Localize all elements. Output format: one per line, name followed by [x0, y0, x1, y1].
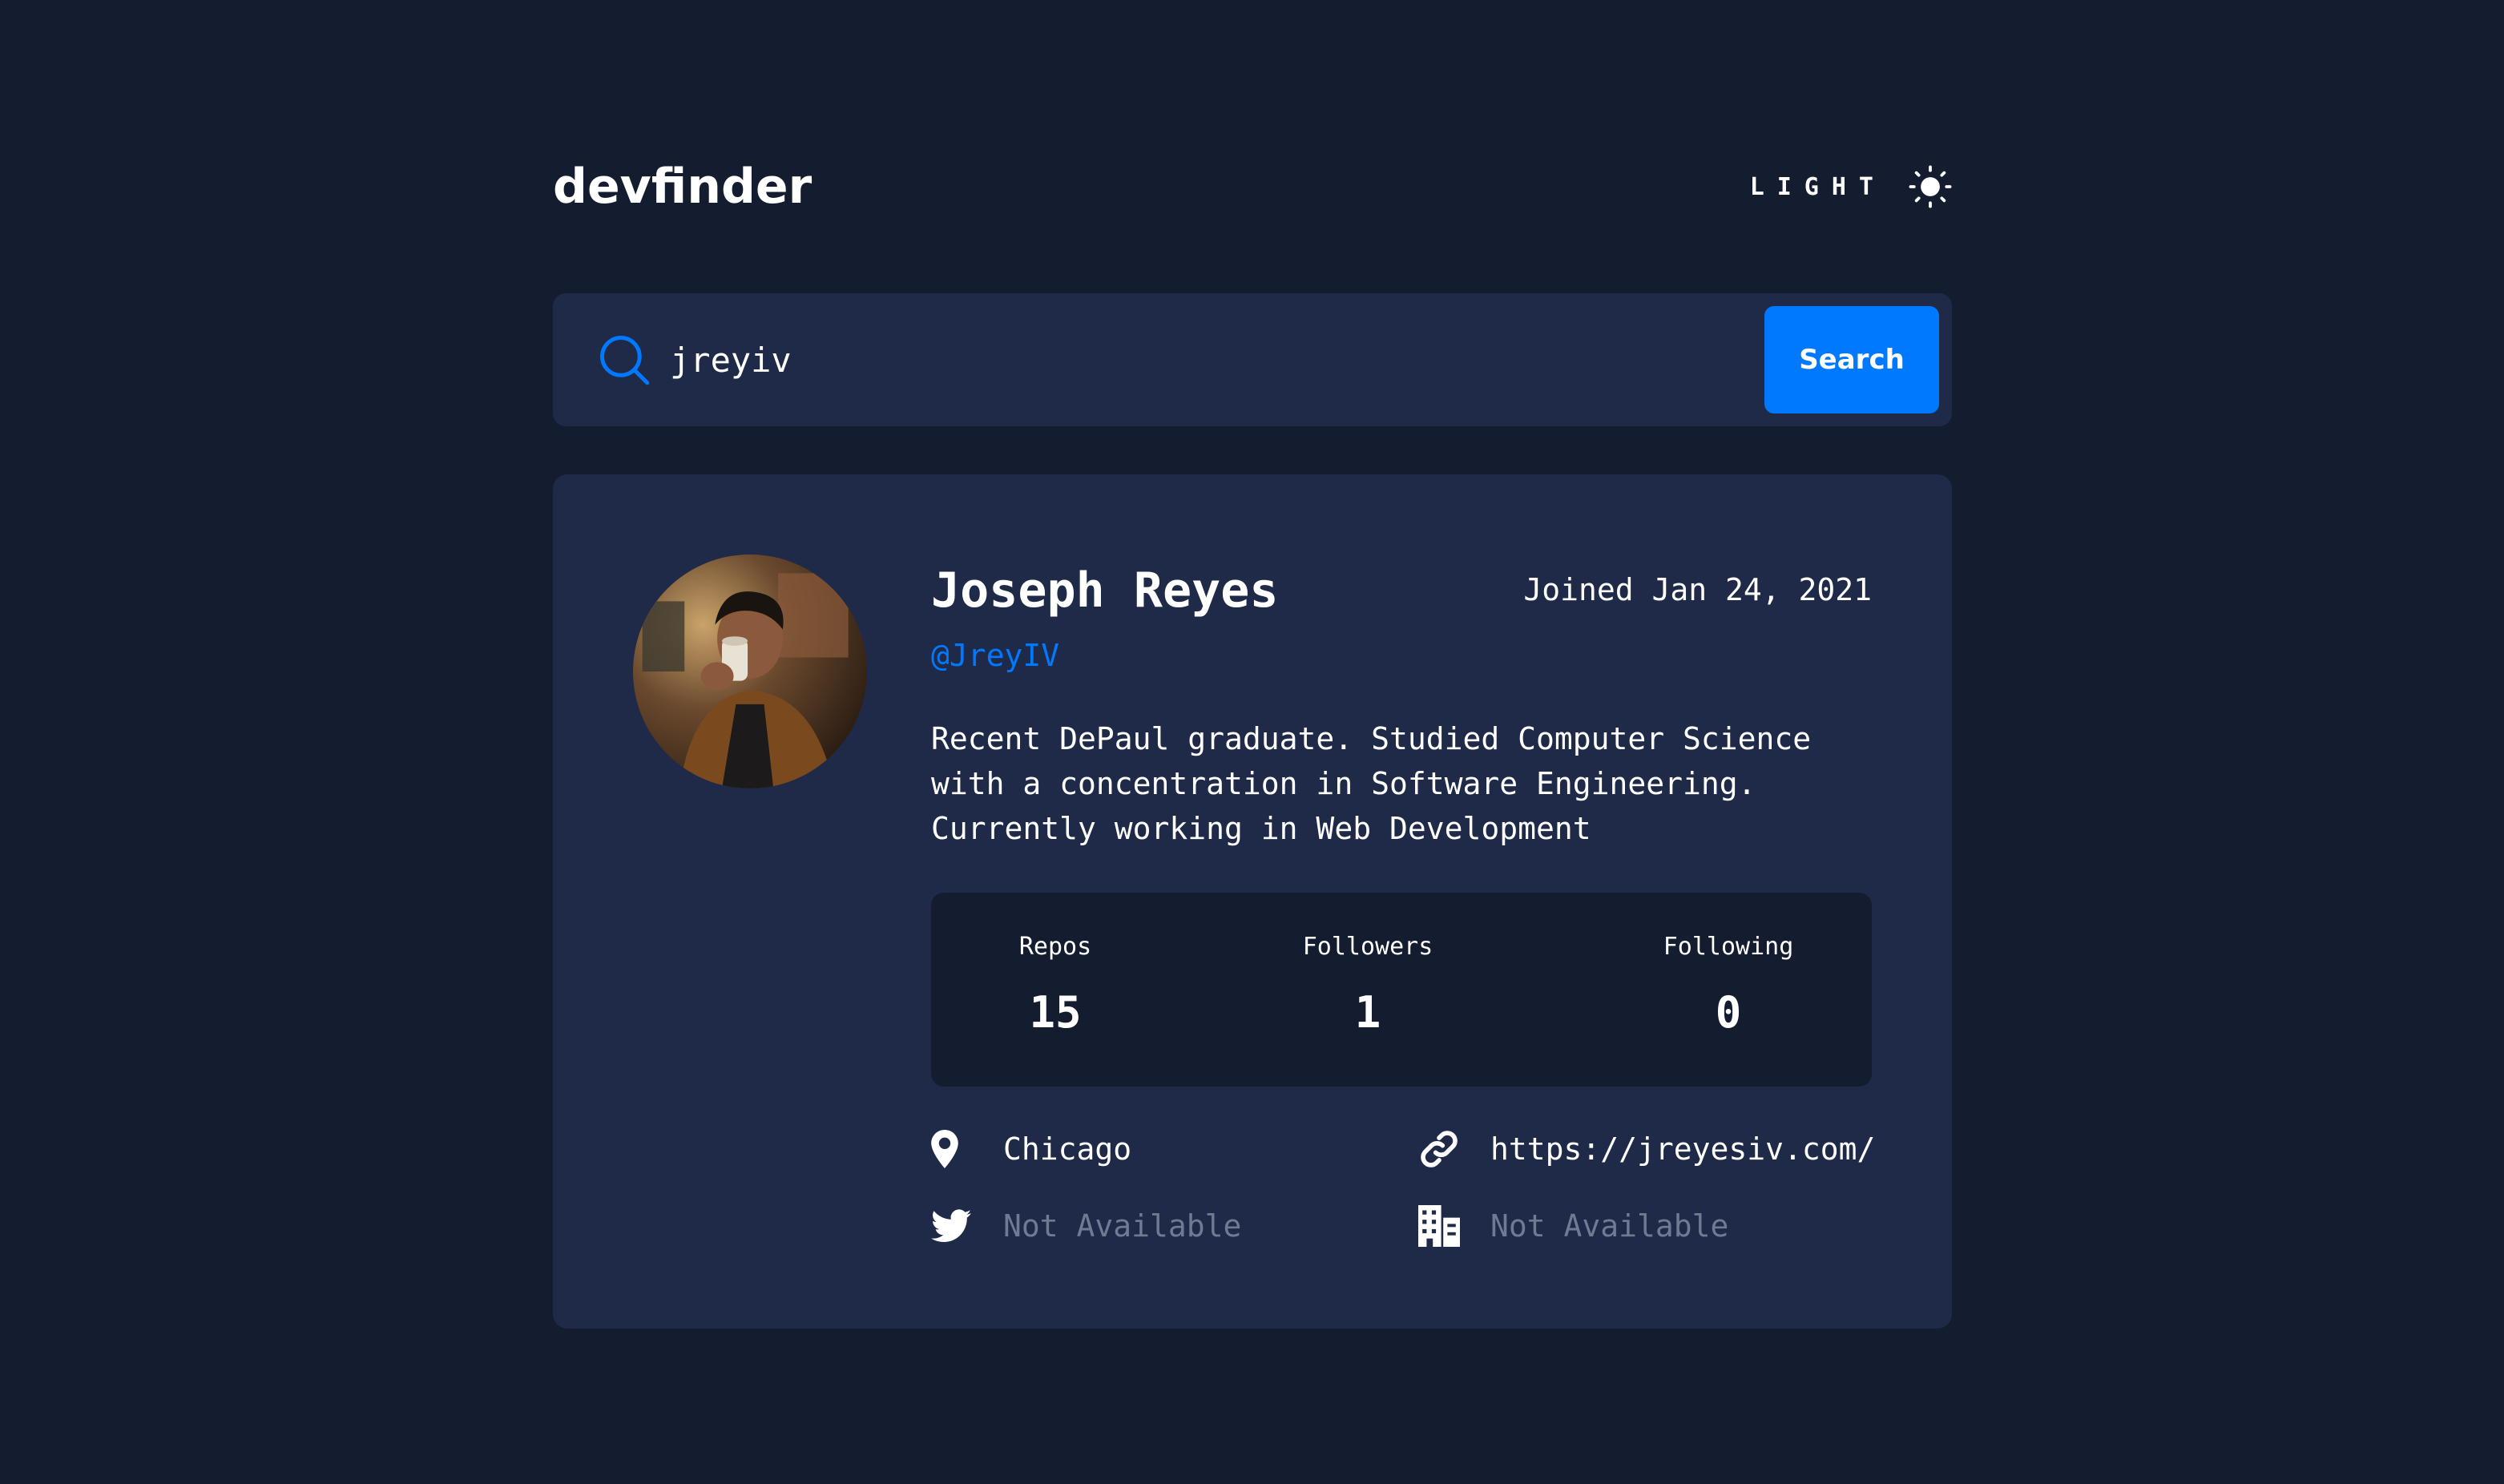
stat-label: Repos	[1018, 933, 1092, 961]
stat-label: Followers	[1302, 933, 1433, 961]
avatar	[633, 554, 867, 788]
theme-toggle-button[interactable]: LIGHT	[1750, 165, 1952, 208]
location-item: Chicago	[931, 1125, 1131, 1173]
joined-date: Joined Jan 24, 2021	[1523, 572, 1872, 607]
profile-login-link[interactable]: @JreyIV	[931, 638, 1059, 673]
twitter-icon	[931, 1204, 976, 1248]
stat-following: Following 0	[1620, 893, 1837, 1087]
twitter-text: Not Available	[1003, 1208, 1242, 1244]
building-icon	[1418, 1204, 1463, 1248]
stats-panel: Repos 15 Followers 1 Following 0	[931, 893, 1872, 1087]
devfinder-app: devfinder LIGHT jreyiv Search Joseph Rey…	[553, 136, 1952, 1329]
search-bar: Search	[553, 293, 1952, 426]
avatar-photo	[633, 554, 867, 788]
stat-repos: Repos 15	[963, 893, 1147, 1087]
stat-label: Following	[1663, 933, 1794, 961]
twitter-item: Not Available	[931, 1202, 1241, 1250]
stat-value: 15	[1029, 987, 1082, 1038]
stat-value: 1	[1354, 987, 1381, 1038]
stat-followers: Followers 1	[1268, 893, 1468, 1087]
location-pin-icon	[931, 1127, 976, 1171]
search-button[interactable]: Search	[1764, 306, 1939, 413]
company-item: Not Available	[1418, 1202, 1728, 1250]
header: devfinder LIGHT	[553, 136, 1952, 248]
search-input[interactable]	[670, 325, 1359, 394]
link-icon	[1418, 1127, 1463, 1171]
profile-name: Joseph Reyes	[931, 563, 1279, 619]
profile-bio: Recent DePaul graduate. Studied Computer…	[931, 721, 1812, 846]
company-text: Not Available	[1490, 1208, 1729, 1244]
blog-link[interactable]: https://jreyesiv.com/	[1490, 1131, 1875, 1167]
profile-card: Joseph Reyes Joined Jan 24, 2021 @JreyIV…	[553, 474, 1952, 1329]
blog-item: https://jreyesiv.com/	[1418, 1125, 1875, 1173]
sun-icon	[1909, 165, 1952, 208]
stat-value: 0	[1715, 987, 1742, 1038]
theme-toggle-label: LIGHT	[1749, 172, 1886, 201]
search-icon	[600, 336, 650, 385]
location-text: Chicago	[1003, 1131, 1132, 1167]
app-logo: devfinder	[553, 159, 812, 215]
